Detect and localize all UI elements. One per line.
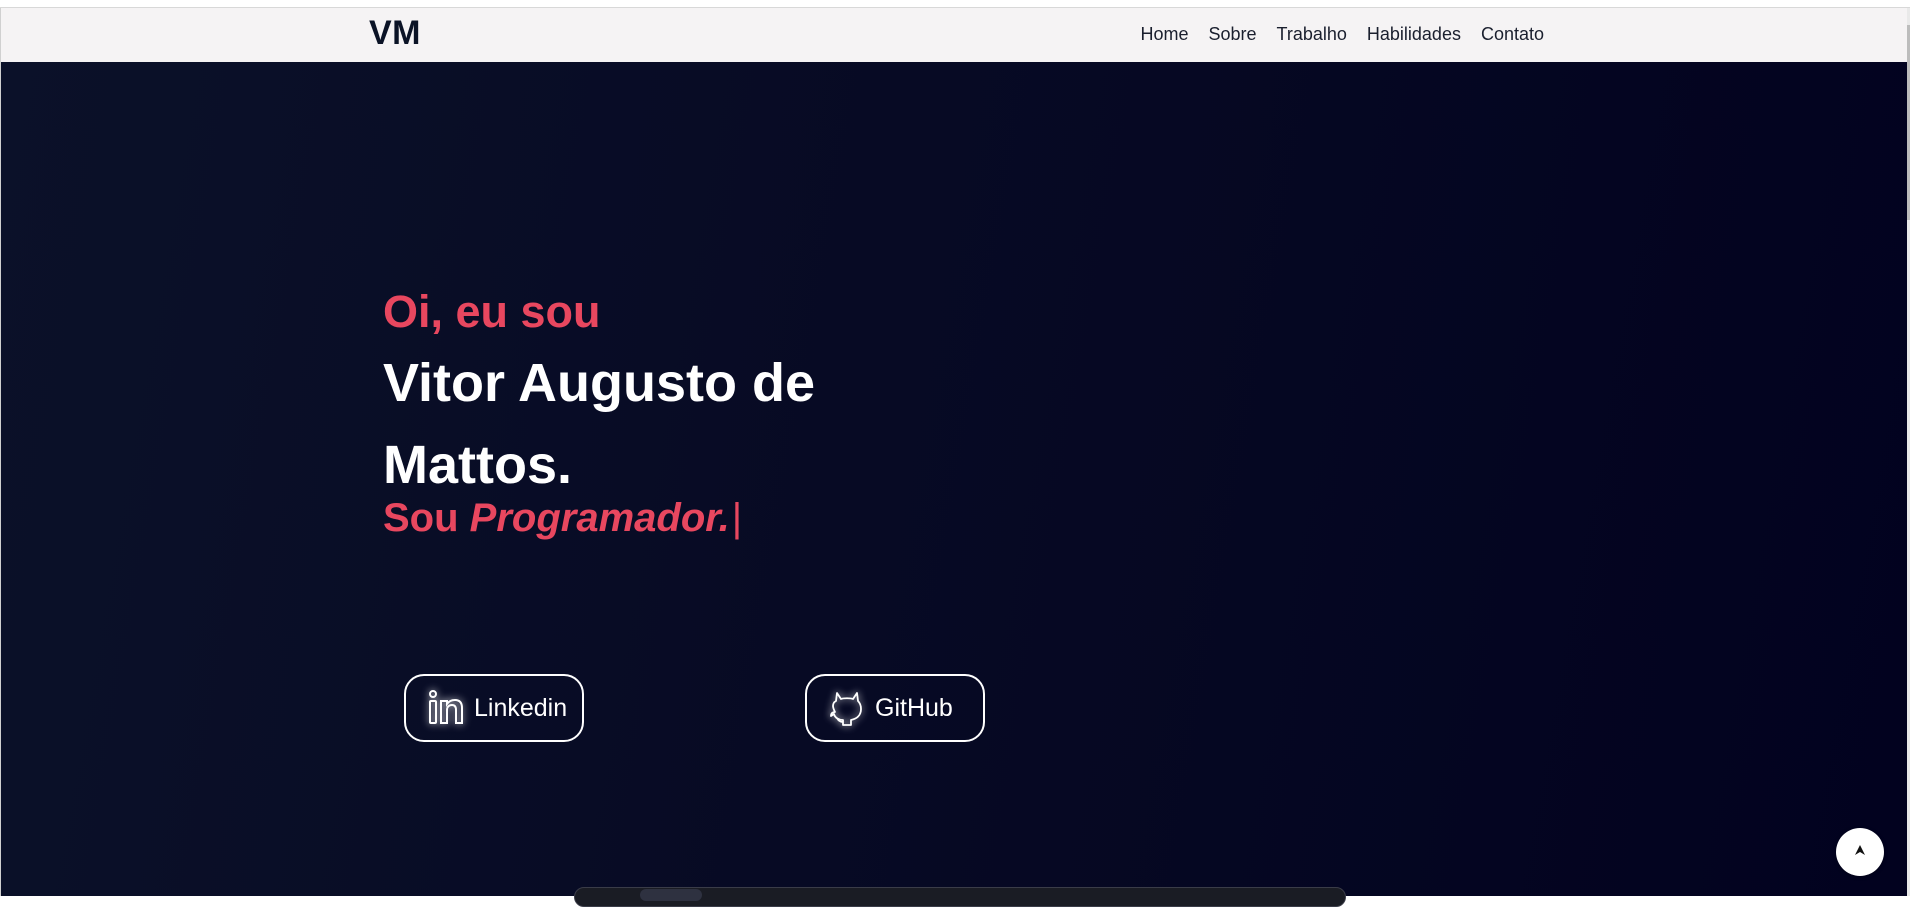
logo[interactable]: VM bbox=[369, 14, 421, 53]
arrow-up-icon bbox=[1853, 843, 1867, 862]
nav-link-sobre[interactable]: Sobre bbox=[1208, 24, 1256, 45]
nav-link-contato[interactable]: Contato bbox=[1481, 24, 1544, 45]
typing-cursor: | bbox=[731, 496, 743, 540]
linkedin-button-label: Linkedin bbox=[474, 693, 568, 722]
nav-link-habilidades[interactable]: Habilidades bbox=[1367, 24, 1461, 45]
github-button[interactable]: GitHub bbox=[805, 674, 985, 742]
hero-greeting: Oi, eu sou bbox=[383, 286, 601, 337]
hero-name-text: Vitor Augusto de Mattos bbox=[383, 353, 815, 495]
nav-menu: Home Sobre Trabalho Habilidades Contato bbox=[1140, 24, 1544, 45]
github-icon bbox=[827, 688, 867, 728]
linkedin-icon bbox=[426, 688, 466, 728]
hero-name: Vitor Augusto de Mattos. bbox=[383, 342, 943, 506]
browser-top-line bbox=[0, 0, 1910, 8]
role-word: Programador. bbox=[469, 496, 730, 540]
navbar: VM Home Sobre Trabalho Habilidades Conta… bbox=[0, 8, 1908, 62]
github-button-label: GitHub bbox=[875, 693, 953, 722]
bottom-dock-tab[interactable] bbox=[640, 889, 702, 901]
nav-link-trabalho[interactable]: Trabalho bbox=[1277, 24, 1347, 45]
hero-role: Sou Programador.| bbox=[383, 496, 742, 541]
linkedin-button[interactable]: Linkedin bbox=[404, 674, 584, 742]
nav-link-home[interactable]: Home bbox=[1140, 24, 1188, 45]
back-to-top-button[interactable] bbox=[1836, 828, 1884, 876]
hero-name-dot: . bbox=[557, 435, 573, 495]
role-prefix: Sou bbox=[383, 496, 470, 540]
hero-section bbox=[0, 62, 1908, 896]
